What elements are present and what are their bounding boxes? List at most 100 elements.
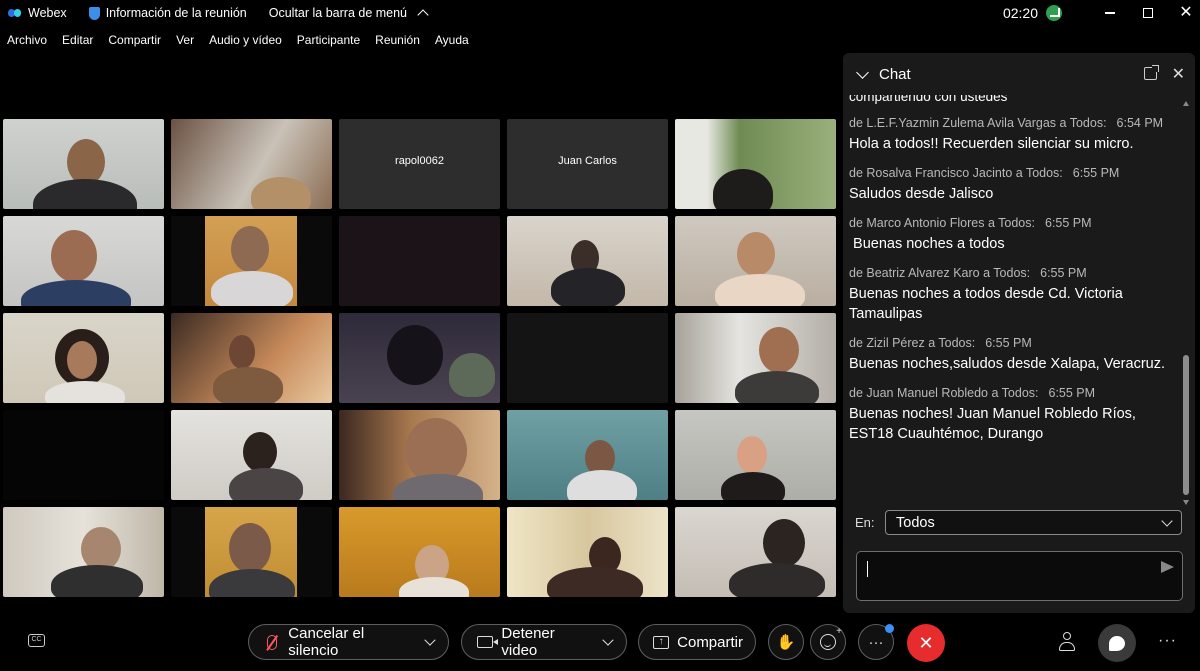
menu-editar[interactable]: Editar [62,33,93,47]
minimize-icon [1105,12,1115,14]
chevron-down-icon [1161,514,1173,527]
message-sender: de Beatriz Alvarez Karo a Todos: [849,266,1031,280]
more-icon: ··· [868,633,884,651]
menu-reunion[interactable]: Reunión [375,33,420,47]
video-tile[interactable] [171,119,332,209]
text-caret [867,561,868,577]
video-tile[interactable] [171,410,332,500]
video-tile[interactable] [3,507,164,597]
chat-button[interactable] [1098,624,1136,662]
video-grid: rapol0062 Juan Carlos [3,119,837,599]
recipient-label: En: [855,515,875,530]
video-tile[interactable] [675,507,836,597]
menu-ayuda[interactable]: Ayuda [435,33,469,47]
video-tile[interactable] [507,410,668,500]
video-tile[interactable] [3,313,164,403]
chevron-down-icon[interactable] [424,634,436,646]
message-sender: de L.E.F.Yazmin Zulema Avila Vargas a To… [849,116,1107,130]
connection-status-icon[interactable] [1046,5,1062,21]
video-tile[interactable]: Juan Carlos [507,119,668,209]
reaction-icon [820,626,842,650]
video-tile[interactable] [339,410,500,500]
chat-bubble-icon [1109,635,1125,651]
more-options-button[interactable]: ··· [858,624,894,660]
message-sender: de Juan Manuel Robledo a Todos: [849,386,1039,400]
close-window-button[interactable]: ✕ [1172,0,1200,26]
meeting-controls: CC Cancelar el silencio Detener video ↑ … [0,622,1200,662]
closed-captions-icon[interactable]: CC [28,634,45,647]
chat-message: de Juan Manuel Robledo a Todos: 6:55 PM B… [849,386,1169,444]
message-sender: de Rosalva Francisco Jacinto a Todos: [849,166,1063,180]
chat-message-input[interactable] [856,551,1183,601]
reactions-button[interactable] [810,624,846,660]
chat-scrollbar[interactable] [1183,101,1189,505]
leave-meeting-button[interactable]: ✕ [907,624,945,662]
video-tile[interactable] [507,507,668,597]
video-tile[interactable] [339,507,500,597]
unmute-button[interactable]: Cancelar el silencio [248,624,449,660]
stop-video-button[interactable]: Detener video [461,624,627,660]
menu-audio-video[interactable]: Audio y vídeo [209,33,282,47]
chevron-up-icon [417,9,429,21]
chevron-down-icon[interactable] [602,634,614,646]
video-tile[interactable] [675,119,836,209]
share-button[interactable]: ↑ Compartir [638,624,756,660]
chat-title: Chat [879,65,911,83]
video-tile[interactable] [171,216,332,306]
menu-compartir[interactable]: Compartir [108,33,161,47]
video-tile[interactable] [507,313,668,403]
app-title: Webex [8,6,67,20]
chat-message-text: Saludos desde Jalisco [849,186,994,202]
menu-archivo[interactable]: Archivo [7,33,47,47]
participant-name: Juan Carlos [558,155,617,167]
video-tile[interactable] [3,119,164,209]
hide-menu-bar-button[interactable]: Ocultar la barra de menú [269,6,429,21]
message-time: 6:55 PM [1048,386,1096,400]
video-tile[interactable] [3,216,164,306]
message-time: 6:55 PM [1045,216,1092,230]
muted-mic-icon [266,634,277,650]
chat-message-text: compartiendo con ustedes [849,95,1008,104]
close-chat-icon[interactable]: ✕ [1172,64,1185,84]
chat-message-text: Buenas noches a todos [849,236,1005,252]
menu-ver[interactable]: Ver [176,33,194,47]
scroll-down-icon[interactable] [1183,500,1189,505]
video-tile[interactable] [171,313,332,403]
meeting-info-button[interactable]: Información de la reunión [88,6,247,20]
video-tile[interactable] [675,410,836,500]
collapse-chat-chevron-icon[interactable] [856,65,869,79]
video-tile[interactable] [339,313,500,403]
scroll-up-icon[interactable] [1183,101,1189,106]
chat-header: Chat ✕ [843,53,1195,95]
participants-button[interactable] [1058,632,1076,652]
video-tile[interactable] [171,507,332,597]
scroll-thumb[interactable] [1183,355,1189,495]
maximize-button[interactable] [1134,0,1162,26]
chat-message: de Marco Antonio Flores a Todos: 6:55 PM … [849,216,1169,254]
recipient-select[interactable]: Todos [885,510,1182,535]
close-icon: ✕ [918,632,934,653]
minimize-button[interactable] [1096,0,1124,26]
chat-message: de Zizil Pérez a Todos: 6:55 PM Buenas no… [849,336,1169,374]
chat-message-text: Buenas noches,saludos desde Xalapa, Vera… [849,356,1165,372]
video-tile[interactable] [507,216,668,306]
recipient-row: En: Todos [855,510,1182,535]
share-icon: ↑ [653,635,670,649]
video-tile[interactable]: rapol0062 [339,119,500,209]
message-time: 6:54 PM [1116,116,1164,130]
video-tile[interactable] [339,216,500,306]
video-tile[interactable] [675,216,836,306]
popout-icon[interactable] [1144,65,1159,80]
menu-participante[interactable]: Participante [297,33,360,47]
chat-messages[interactable]: compartiendo con ustedes de L.E.F.Yazmin… [849,95,1169,505]
raise-hand-button[interactable]: ✋ [768,624,804,660]
video-tile[interactable] [3,410,164,500]
send-icon[interactable] [1161,561,1174,573]
panel-more-icon[interactable]: ··· [1158,632,1177,650]
video-tile[interactable] [675,313,836,403]
message-time: 6:55 PM [1072,166,1120,180]
hand-icon: ✋ [776,634,796,651]
chat-panel: Chat ✕ compartiendo con ustedes de L.E.F… [843,53,1195,613]
participants-icon [1063,632,1071,640]
shield-icon [88,6,100,20]
